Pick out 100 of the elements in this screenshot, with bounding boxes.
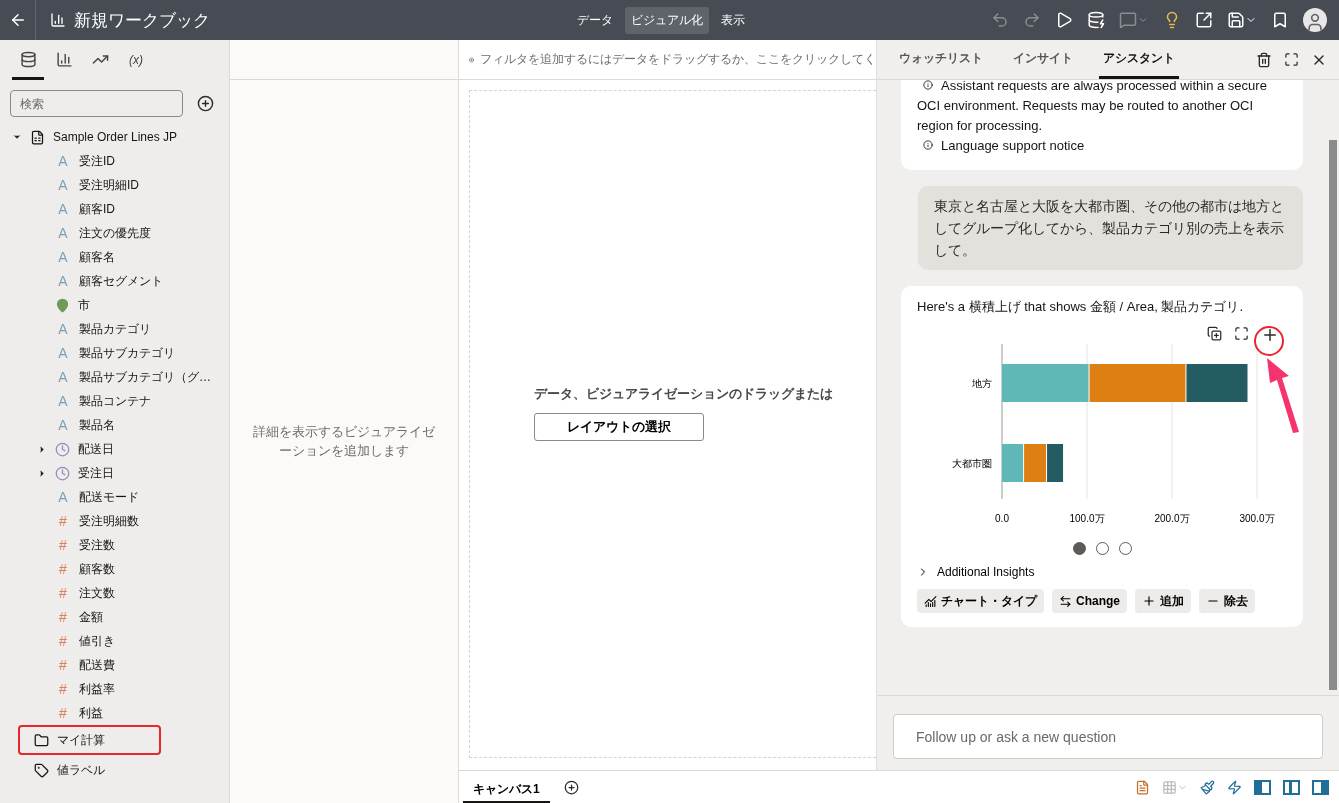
attribute-icon: A	[55, 225, 71, 241]
bar-chart-icon	[55, 51, 73, 68]
tree-item[interactable]: 顧客セグメント	[79, 272, 163, 290]
clock-icon	[55, 465, 70, 481]
page-dot[interactable]	[1118, 542, 1132, 555]
attribute-icon: A	[55, 177, 71, 193]
tree-item[interactable]: 製品サブカテゴリ	[79, 344, 175, 362]
tree-item[interactable]: 注文数	[79, 584, 115, 602]
add-canvas-icon[interactable]	[563, 779, 579, 795]
tree-item[interactable]: 金額	[79, 608, 103, 626]
category-label: 地方	[972, 378, 992, 389]
measure-icon: #	[55, 633, 71, 649]
tree-item[interactable]: マイ計算	[57, 731, 105, 749]
trash-icon[interactable]	[1256, 51, 1272, 68]
canvas-hint: データ、ビジュアライゼーションのドラッグまたは	[534, 385, 833, 403]
canvas-tab[interactable]: キャンバス1	[463, 770, 550, 803]
info-icon	[923, 140, 933, 150]
folder-icon	[34, 732, 49, 748]
nav-tab[interactable]: ビジュアル化	[624, 6, 709, 34]
tree-item[interactable]: 値引き	[79, 632, 115, 650]
measure-icon: #	[55, 585, 71, 601]
attribute-icon: A	[55, 417, 71, 433]
plus-icon	[1142, 594, 1156, 608]
tree-item[interactable]: 配送モード	[79, 488, 139, 506]
attribute-icon: A	[55, 273, 71, 289]
tree-item[interactable]: 受注明細数	[79, 512, 139, 530]
tree-item[interactable]: 受注日	[78, 464, 114, 482]
tick-label: 100.0万	[1069, 513, 1105, 524]
notice-text: Assistant requests are always processed within a secure OCI environment. Requests may be routed to another OCI region for processing.	[917, 80, 1268, 135]
notice-text: Language support notice	[917, 136, 1287, 156]
measure-icon: #	[55, 681, 71, 697]
location-pin-icon	[55, 297, 70, 313]
tree-item[interactable]: 顧客数	[79, 560, 115, 578]
tree-item[interactable]: 利益率	[79, 680, 115, 698]
layout-toggle[interactable]	[1283, 779, 1300, 795]
select-layout-button[interactable]: レイアウトの選択	[534, 413, 704, 441]
tree-item[interactable]: 市	[78, 296, 90, 314]
filter-hint[interactable]: フィルタを追加するにはデータをドラッグするか、ここをクリックしてく	[480, 51, 876, 68]
tree-item[interactable]: 製品カテゴリ	[79, 320, 151, 338]
bolt-icon[interactable]	[1227, 779, 1242, 795]
workbook-title: 新規ワークブック	[74, 9, 210, 32]
tick-label: 0.0	[995, 513, 1009, 524]
tree-item[interactable]: 顧客ID	[79, 200, 115, 218]
fullscreen-icon[interactable]	[1284, 52, 1299, 67]
variables-tab[interactable]: (x)	[120, 42, 152, 80]
attribute-icon: A	[55, 369, 71, 385]
empty-details-text: 詳細を表示するビジュアライゼーションを追加します	[252, 422, 436, 460]
tree-item[interactable]: 製品サブカテゴリ（グ…	[79, 368, 211, 386]
attribute-icon: A	[55, 153, 71, 169]
attribute-icon: A	[55, 249, 71, 265]
layout-toggle[interactable]	[1312, 779, 1329, 795]
tree-item[interactable]: 顧客名	[79, 248, 115, 266]
action-button[interactable]: Change	[1052, 589, 1127, 613]
add-button[interactable]	[197, 95, 214, 112]
dataset-name[interactable]: Sample Order Lines JP	[53, 130, 178, 144]
bookmark-icon	[1271, 11, 1289, 29]
comment-icon	[1119, 11, 1137, 29]
page-icon[interactable]	[1135, 779, 1150, 795]
measure-icon: #	[55, 705, 71, 721]
tree-item[interactable]: 配送費	[79, 656, 115, 674]
tree-item[interactable]: 受注ID	[79, 152, 115, 170]
chart-icon	[924, 594, 937, 608]
tree-item[interactable]: 製品名	[79, 416, 115, 434]
caret-icon[interactable]	[37, 467, 47, 479]
nav-tab[interactable]: 表示	[714, 6, 751, 34]
database-icon	[1087, 11, 1105, 29]
caret-icon[interactable]	[37, 443, 47, 455]
export-icon	[1195, 11, 1213, 29]
tree-item[interactable]: 配送日	[78, 440, 114, 458]
attribute-icon: A	[55, 321, 71, 337]
tag-icon	[34, 762, 49, 778]
panel-tab[interactable]: ウォッチリスト	[895, 40, 987, 79]
add-to-canvas-icon[interactable]	[1261, 326, 1279, 344]
scrollbar-thumb[interactable]	[1329, 140, 1337, 690]
action-button[interactable]: チャート・タイプ	[917, 589, 1044, 613]
play-icon	[1055, 11, 1073, 29]
question-field[interactable]: Follow up or ask a new question	[893, 714, 1323, 759]
page-dot[interactable]	[1072, 542, 1086, 555]
tree-item[interactable]: 値ラベル	[57, 761, 105, 779]
attribute-icon: A	[55, 345, 71, 361]
save-icon	[1227, 11, 1245, 29]
dataset-icon	[30, 129, 45, 145]
action-button[interactable]: 追加	[1135, 589, 1191, 613]
action-button[interactable]: 除去	[1199, 589, 1255, 613]
brush-icon[interactable]	[1200, 779, 1215, 795]
category-label: 大都市圏	[952, 458, 992, 469]
tree-item[interactable]: 利益	[79, 704, 103, 722]
layout-toggle[interactable]	[1254, 779, 1271, 795]
insights-toggle[interactable]: Additional Insights	[917, 565, 1035, 579]
database-icon	[19, 51, 37, 68]
tree-item[interactable]: 受注数	[79, 536, 115, 554]
search-field[interactable]: 検索	[10, 90, 183, 117]
nav-tab[interactable]: データ	[570, 6, 619, 34]
tree-item[interactable]: 注文の優先度	[79, 224, 151, 242]
info-icon	[923, 80, 933, 90]
tree-item[interactable]: 製品コンテナ	[79, 392, 151, 410]
tree-item[interactable]: 受注明細ID	[79, 176, 139, 194]
response-text: Here's a 横積上げ that shows 金額 / Area, 製品カテゴリ.	[917, 298, 1245, 316]
panel-tab[interactable]: インサイト	[1009, 40, 1077, 79]
page-dot[interactable]	[1095, 542, 1109, 555]
